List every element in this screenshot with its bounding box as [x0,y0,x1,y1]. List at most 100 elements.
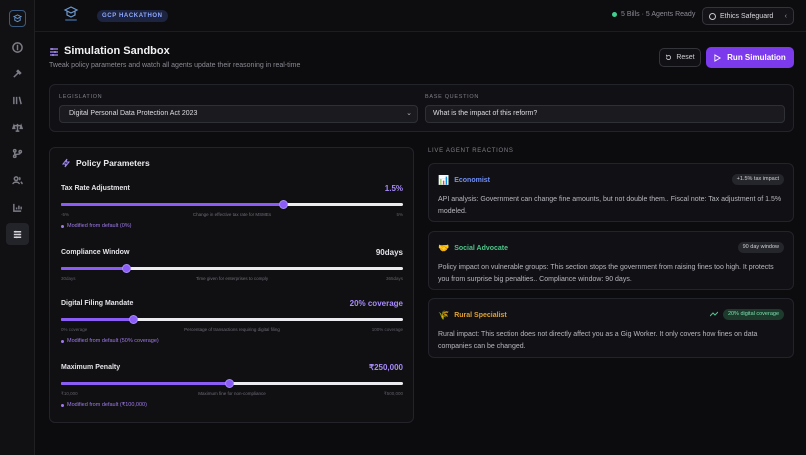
agent-name-rural-specialist: Rural Specialist [454,312,507,319]
param-value: 1.5% [384,184,403,193]
slider-fill [61,382,229,385]
sidebar-item-scales[interactable] [6,116,29,138]
param-name: Tax Rate Adjustment [61,185,130,192]
agent-card-social-advocate: 🤝 Social Advocate 90 day window Policy i… [428,231,794,290]
slider-description: Percentage of transactions requiring dig… [184,327,280,332]
agent-name: 🤝 Social Advocate [438,243,508,254]
agent-card-economist: 📊 Economist +1.5% tax impact API analysi… [428,163,794,222]
sidebar-item-simulation[interactable] [6,223,29,245]
library-icon [13,96,22,104]
sidebar-item-dashboard[interactable] [6,36,29,58]
top-header: GCP HACKATHON 5 Bills · 5 Agents Ready E… [35,0,806,32]
users-icon [12,175,23,184]
slider-fill [61,203,284,206]
slider-description: Maximum fine for non-compliance [198,391,266,396]
agent-name: 📊 Economist [438,175,490,186]
param-slider[interactable] [61,315,403,324]
policy-parameters-title: Policy Parameters [76,158,150,168]
slider-description: Change in effective tax rate for MSMEs [192,212,272,217]
bar-chart-icon [13,203,22,212]
circle-icon [709,12,716,20]
hammer-icon [13,68,22,78]
param-slider[interactable] [61,379,403,388]
legislation-selected-value: Digital Personal Data Protection Act 202… [69,110,198,117]
chart-icon: 📊 [438,175,450,185]
status-indicator: 5 Bills · 5 Agents Ready [612,11,695,18]
sidebar-item-analytics[interactable] [6,196,29,218]
policy-parameters-header: Policy Parameters [61,158,150,168]
param-name: Maximum Penalty [61,364,121,371]
param-name: Digital Filing Mandate [61,300,134,307]
slider-fill [61,318,133,321]
slider-thumb[interactable] [121,264,131,273]
sidebar-item-branches[interactable] [6,142,29,164]
sidebar-item-library[interactable] [6,89,29,111]
sliders-icon [50,48,58,56]
agent-tag: 20% digital coverage [722,309,784,320]
play-icon [714,53,722,62]
zap-icon [61,158,71,168]
ethics-safeguard-label: Ethics Safeguard [720,12,774,20]
legislation-card: LEGISLATION Digital Personal Data Protec… [49,84,794,132]
slider-max: 100% coverage [371,327,403,332]
git-branch-icon [12,148,23,158]
handshake-icon: 🤝 [438,243,450,253]
bullet-icon [61,224,64,228]
param-value: 20% coverage [349,299,403,308]
agent-tag: +1.5% tax impact [731,174,784,185]
base-question-label: BASE QUESTION [425,94,480,100]
page-subtitle: Tweak policy parameters and watch all ag… [49,62,301,69]
agent-card-rural-specialist: 🌾 Rural Specialist 20% digital coverage … [428,298,794,358]
app-logo[interactable] [9,10,26,27]
modified-note: Modified from default (0%) [61,223,132,229]
reset-label: Reset [676,54,695,61]
agent-reaction-text: API analysis: Government can change fine… [438,196,782,215]
chevron-left-icon: ‹ [784,12,787,20]
sidebar-item-tools[interactable] [6,62,29,84]
status-dot-icon [612,12,617,17]
bullet-icon [61,339,64,343]
agent-reaction-text: Rural impact: This section does not dire… [438,331,758,350]
slider-thumb[interactable] [224,379,234,388]
legislation-label: LEGISLATION [59,94,103,100]
sidebar [0,0,35,455]
ethics-safeguard-button[interactable]: Ethics Safeguard ‹ [702,7,794,25]
live-agent-reactions-label: LIVE AGENT REACTIONS [428,148,514,154]
param-slider[interactable] [61,200,403,209]
sidebar-item-users[interactable] [6,169,29,191]
sliders-icon [13,230,22,238]
agent-tag: 90 day window [737,242,784,253]
policy-parameters-card: Policy Parameters Tax Rate Adjustment 1.5… [49,147,414,423]
page-title: Simulation Sandbox [64,45,170,57]
modified-text: Modified from default (0%) [67,223,132,229]
trending-up-icon [710,311,718,317]
agent-reaction-text: Policy impact on vulnerable groups: This… [438,264,774,283]
slider-max: 5% [396,212,403,217]
brand-logo-icon[interactable] [61,6,81,24]
reset-button[interactable]: Reset [659,48,701,67]
slider-thumb[interactable] [128,315,138,324]
modified-note: Modified from default (50% coverage) [61,338,159,344]
legislation-select[interactable]: Digital Personal Data Protection Act 202… [59,105,418,123]
wheat-icon: 🌾 [438,310,450,320]
base-question-input[interactable]: What is the impact of this reform? [425,105,785,123]
modified-note: Modified from default (₹100,000) [61,402,147,408]
slider-thumb[interactable] [279,200,289,209]
bullet-icon [61,403,64,407]
slider-max: ₹500,000 [383,391,403,396]
agent-name-social-advocate: Social Advocate [454,245,509,252]
agent-name: 🌾 Rural Specialist [438,310,507,321]
run-simulation-button[interactable]: Run Simulation [706,47,794,68]
modified-text: Modified from default (₹100,000) [67,402,147,408]
param-value: ₹250,000 [368,363,403,372]
hackathon-badge: GCP HACKATHON [97,10,168,22]
compass-icon [12,41,23,53]
agent-name-economist: Economist [454,177,491,184]
reset-icon [666,54,672,61]
param-slider[interactable] [61,264,403,273]
status-text: 5 Bills · 5 Agents Ready [621,11,696,18]
param-name: Compliance Window [61,249,130,256]
param-value: 90days [375,248,403,257]
run-simulation-label: Run Simulation [727,53,786,62]
slider-fill [61,267,126,270]
